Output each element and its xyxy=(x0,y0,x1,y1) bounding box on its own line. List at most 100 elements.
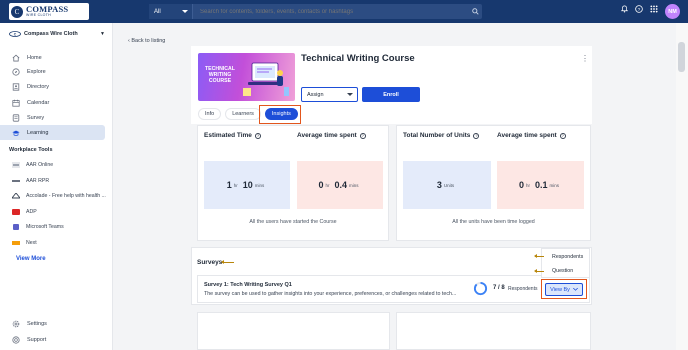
org-switcher[interactable]: C Compass Wire Cloth ▼ xyxy=(9,31,105,37)
lower-card-left xyxy=(197,312,390,350)
svg-text:?: ? xyxy=(638,7,641,13)
company-logo[interactable]: C COMPASS WIRE CLOTH xyxy=(9,3,89,20)
sidebar-item-calendar[interactable]: Calendar xyxy=(0,95,105,110)
view-by-option-respondents[interactable]: Respondents xyxy=(552,254,583,260)
avg-time-units-value: 0 hr 0.1 mins xyxy=(497,161,584,209)
stat-title-text: Average time spent xyxy=(297,132,357,139)
sidebar-item-survey[interactable]: Survey xyxy=(0,110,105,125)
sidebar-item-label: Directory xyxy=(27,83,50,90)
responded-count: 7 xyxy=(493,285,497,291)
home-icon xyxy=(12,54,20,62)
sidebar-item-learning[interactable]: Learning xyxy=(0,125,105,140)
accolade-icon xyxy=(11,192,21,199)
minutes-unit: mins xyxy=(549,182,560,188)
avg-time-title-course: Average time spent ? xyxy=(297,132,366,139)
sidebar-item-support[interactable]: Support xyxy=(12,336,46,344)
response-progress-ring xyxy=(473,281,488,296)
support-label: Support xyxy=(27,337,47,343)
sidebar-item-settings[interactable]: Settings xyxy=(12,320,47,328)
workplace-tools-heading: Workplace Tools xyxy=(9,147,53,153)
lower-card-right xyxy=(396,312,591,350)
view-more-link[interactable]: View More xyxy=(16,256,46,262)
more-options-icon[interactable]: ⋮ xyxy=(581,54,589,63)
back-to-listing-link[interactable]: ‹ Back to listing xyxy=(128,38,165,44)
view-by-highlight-box xyxy=(541,279,587,299)
help-icon[interactable]: ? xyxy=(359,132,366,139)
apps-grid-icon[interactable] xyxy=(650,5,658,13)
survey-name[interactable]: Survey 1: Tech Writing Survey Q1 xyxy=(204,282,292,288)
adp-icon xyxy=(12,209,20,215)
help-icon[interactable]: ? xyxy=(254,132,261,139)
minutes-unit: mins xyxy=(254,182,265,188)
tool-item-accolade[interactable]: Accolade - Free help with health ... xyxy=(11,192,106,199)
aar-rpr-icon xyxy=(12,178,20,184)
sidebar-item-label: Survey xyxy=(27,114,45,121)
hours-value: 1 xyxy=(226,180,232,190)
thumbnail-line: COURSE xyxy=(208,78,232,84)
tab-learners[interactable]: Learners xyxy=(225,108,261,120)
search-icon[interactable] xyxy=(468,8,482,15)
view-by-menu: Respondents Question xyxy=(541,248,590,278)
scrollbar-thumb[interactable] xyxy=(678,42,685,72)
tool-item-next[interactable]: Next xyxy=(12,240,37,246)
stat-title-text: Estimated Time xyxy=(204,132,252,139)
sidebar-item-label: Explore xyxy=(27,68,46,75)
assign-label: Assign xyxy=(307,91,324,98)
tool-item-microsoft-teams[interactable]: Microsoft Teams xyxy=(12,224,64,230)
explore-icon xyxy=(12,67,20,76)
tool-item-label: ADP xyxy=(26,209,37,215)
org-logo-icon: C xyxy=(9,31,21,37)
tool-item-aar-online[interactable]: AAR Online xyxy=(12,162,53,168)
annotation-arrow xyxy=(534,269,544,273)
calendar-icon xyxy=(12,99,20,107)
tab-info[interactable]: Info xyxy=(198,108,222,120)
sidebar-item-directory[interactable]: Directory xyxy=(0,79,105,94)
org-name: Compass Wire Cloth xyxy=(24,31,78,37)
support-icon xyxy=(12,336,20,344)
directory-icon xyxy=(12,82,20,91)
tool-item-label: AAR RPR xyxy=(26,178,50,184)
help-icon[interactable]: ? xyxy=(559,132,566,139)
help-icon[interactable]: ? xyxy=(473,132,480,139)
scrollbar-track[interactable] xyxy=(676,23,688,350)
chevron-down-icon xyxy=(182,9,188,13)
logo-text: COMPASS xyxy=(26,4,69,14)
next-icon xyxy=(12,240,20,246)
tool-item-adp[interactable]: ADP xyxy=(12,209,37,215)
sidebar-item-home[interactable]: Home xyxy=(0,50,105,65)
survey-icon xyxy=(12,113,20,122)
insights-highlight-box xyxy=(259,105,301,124)
top-icons: ? xyxy=(621,5,658,13)
sidebar-item-label: Learning xyxy=(27,129,49,136)
search-input[interactable] xyxy=(193,8,468,15)
help-icon[interactable]: ? xyxy=(635,5,643,13)
search-scope-select[interactable]: All xyxy=(149,4,193,19)
total-count: 8 xyxy=(501,285,505,291)
tool-item-aar-rpr[interactable]: AAR RPR xyxy=(12,178,49,184)
sidebar-item-explore[interactable]: Explore xyxy=(0,64,105,79)
assign-dropdown[interactable]: Assign xyxy=(301,87,358,102)
thumbnail-illustration xyxy=(243,62,289,96)
tool-item-label: Microsoft Teams xyxy=(26,224,64,230)
gear-icon xyxy=(12,320,20,328)
avg-time-title-units: Average time spent ? xyxy=(497,132,566,139)
enroll-button[interactable]: Enroll xyxy=(362,87,420,102)
tool-item-label: Accolade - Free help with health ... xyxy=(26,193,106,199)
minutes-unit: mins xyxy=(349,182,359,188)
chevron-down-icon: ▼ xyxy=(100,31,105,37)
tool-item-label: AAR Online xyxy=(26,162,54,168)
total-units-title: Total Number of Units ? xyxy=(403,132,480,139)
respondents-label: Respondents xyxy=(508,286,538,292)
avg-time-course-value: 0 hr 0.4 mins xyxy=(297,161,383,209)
user-avatar[interactable]: NM xyxy=(665,4,680,19)
units-count: 3 xyxy=(436,180,442,190)
back-label: Back to listing xyxy=(131,38,166,44)
bell-icon[interactable] xyxy=(621,5,628,13)
course-thumbnail: TECHNICAL WRITING COURSE xyxy=(198,53,295,101)
minutes-value: 0.1 xyxy=(535,180,548,190)
hours-unit: hr xyxy=(233,182,238,188)
view-by-option-question[interactable]: Question xyxy=(552,268,573,274)
sidebar: C Compass Wire Cloth ▼ Home Explore Dire… xyxy=(0,23,113,350)
sidebar-item-label: Home xyxy=(27,54,42,61)
course-stats-note: All the users have started the Course xyxy=(249,219,337,225)
